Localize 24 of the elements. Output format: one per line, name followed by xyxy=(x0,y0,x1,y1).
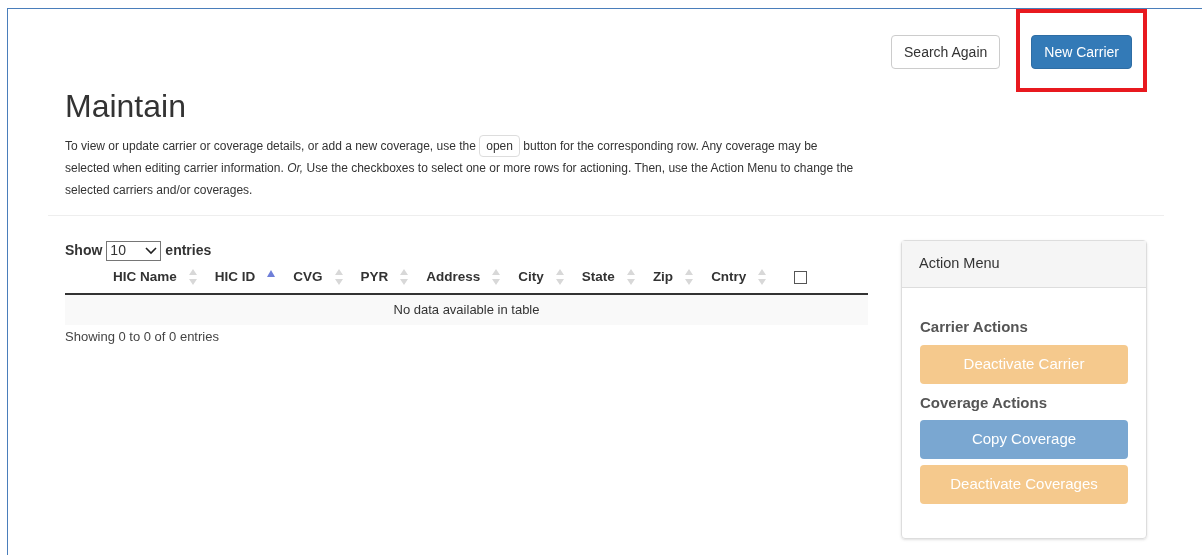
chevron-down-icon xyxy=(145,246,158,255)
section-heading: Carrier Actions xyxy=(920,317,1029,337)
column-header[interactable]: HIC ID xyxy=(214,266,294,288)
empty-table-message: No data available in table xyxy=(65,295,868,325)
section-heading: Coverage Actions xyxy=(920,392,1048,413)
panel-header: Action Menu xyxy=(902,241,1146,288)
column-header[interactable]: HIC Name xyxy=(113,266,215,288)
table-info: Showing 0 to 0 of 0 entries xyxy=(65,328,220,346)
show-label: Show xyxy=(65,241,103,260)
entries-label: entries xyxy=(165,241,212,260)
column-header[interactable]: CVG xyxy=(293,266,361,288)
column-header[interactable]: Cntry xyxy=(711,266,785,288)
column-header[interactable]: City xyxy=(518,266,582,288)
column-header[interactable]: State xyxy=(581,266,653,288)
new-carrier-button[interactable]: New Carrier xyxy=(1031,35,1132,69)
search-again-button[interactable]: Search Again xyxy=(891,35,1001,69)
select-all-checkbox[interactable] xyxy=(794,270,808,284)
column-header[interactable]: PYR xyxy=(360,266,427,288)
column-header[interactable]: Zip xyxy=(652,266,712,288)
column-header[interactable]: Address xyxy=(426,266,519,288)
page-size-select[interactable]: 10 xyxy=(106,240,162,261)
instructions-text: To view or update carrier or coverage details, or add a new coverage, use the open button for the corresponding row. Any coverage may be selected when editing carrier information. Or, Use the checkboxes to select one or more rows for actioning. Then, use the Action Menu to change the selected carriers and/or coverages. xyxy=(65,135,865,201)
page-title: Maintain xyxy=(65,87,187,125)
open-button-sample: open xyxy=(479,135,520,157)
